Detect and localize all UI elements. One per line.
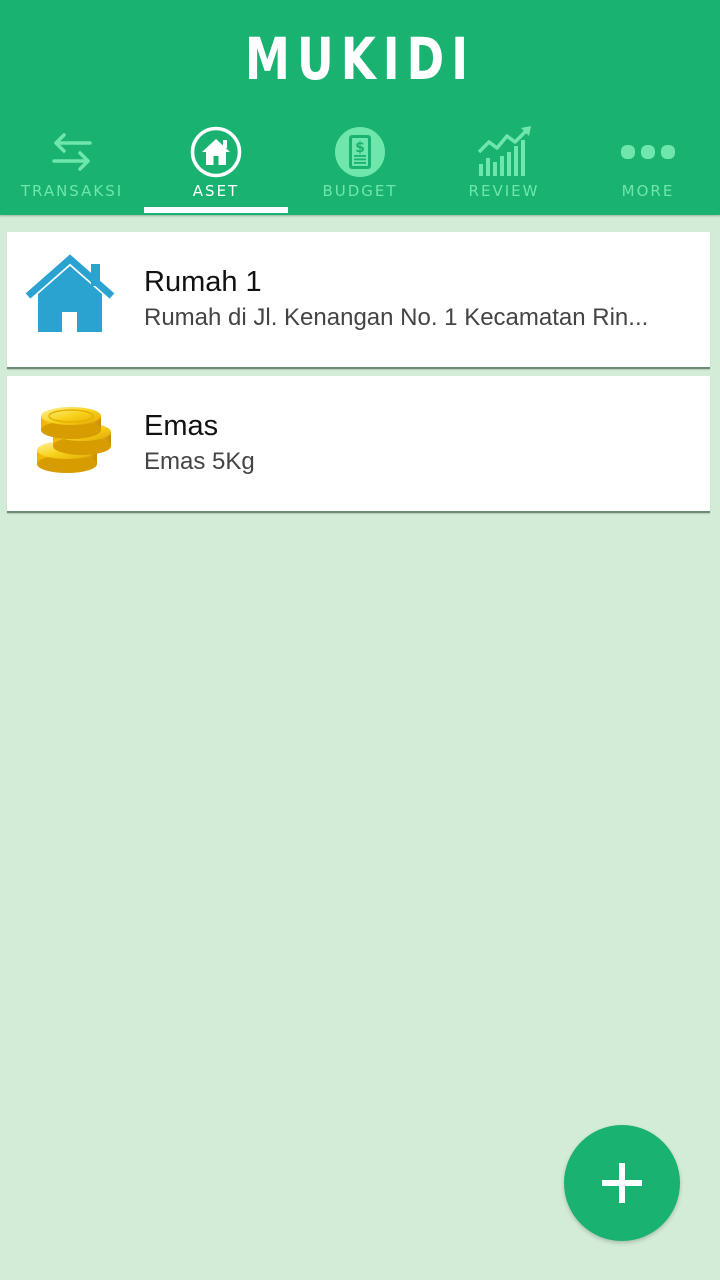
tab-label: TRANSAKSI (20, 182, 124, 200)
tab-label: ASET (192, 182, 240, 200)
home-icon (186, 124, 246, 180)
tab-aset[interactable]: ASET (144, 118, 288, 215)
svg-text:$: $ (355, 140, 365, 156)
app-title: MUKIDI (244, 25, 476, 93)
plus-icon (602, 1163, 642, 1203)
asset-card-emas[interactable]: Emas Emas 5Kg (7, 376, 710, 513)
tab-more[interactable]: MORE (576, 118, 720, 215)
app-screen: MUKIDI TRANSAKSI ASET $ BUDGET REVIEW MO… (0, 0, 720, 1280)
tab-transaksi[interactable]: TRANSAKSI (0, 118, 144, 215)
asset-title: Emas (144, 410, 219, 442)
budget-dollar-icon: $ (330, 124, 390, 180)
tab-bar: TRANSAKSI ASET $ BUDGET REVIEW MORE (0, 118, 720, 215)
tab-label: BUDGET (322, 182, 398, 200)
tab-label: REVIEW (468, 182, 540, 200)
asset-subtitle: Rumah di Jl. Kenangan No. 1 Kecamatan Ri… (144, 304, 649, 331)
tab-budget[interactable]: $ BUDGET (288, 118, 432, 215)
tab-label: MORE (621, 182, 675, 200)
swap-arrows-icon (42, 124, 102, 180)
app-header: MUKIDI TRANSAKSI ASET $ BUDGET REVIEW MO… (0, 0, 720, 215)
more-dots-icon (618, 124, 678, 180)
asset-list: Rumah 1 Rumah di Jl. Kenangan No. 1 Keca… (7, 232, 710, 520)
asset-card-rumah[interactable]: Rumah 1 Rumah di Jl. Kenangan No. 1 Keca… (7, 232, 710, 369)
asset-subtitle: Emas 5Kg (144, 448, 255, 475)
asset-title: Rumah 1 (144, 266, 262, 298)
chart-growth-icon (474, 124, 534, 180)
house-icon (25, 254, 115, 338)
tab-review[interactable]: REVIEW (432, 118, 576, 215)
gold-coins-icon (25, 398, 115, 482)
active-tab-indicator (144, 207, 288, 213)
add-asset-button[interactable] (564, 1125, 680, 1241)
